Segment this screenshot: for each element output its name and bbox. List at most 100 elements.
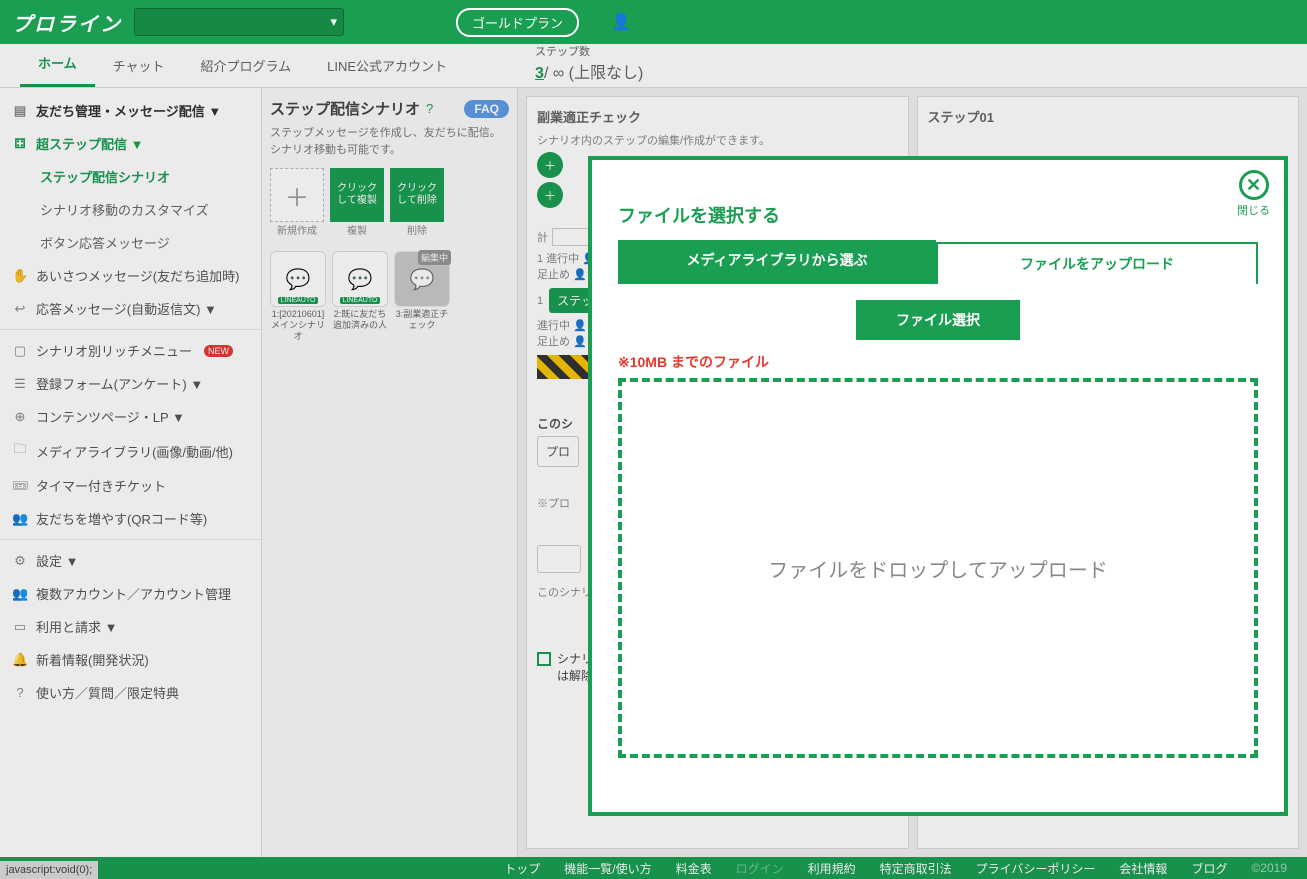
- new-scenario-button[interactable]: ＋: [270, 168, 324, 222]
- users-plus-icon: 👥: [12, 511, 28, 527]
- add-step-button-2[interactable]: ＋: [537, 182, 563, 208]
- ticket-icon: 🎟: [12, 478, 28, 494]
- scenario-card-3[interactable]: 💬編集中: [394, 251, 450, 307]
- sidebar-item-greeting[interactable]: ✋あいさつメッセージ(友だち追加時): [0, 259, 261, 292]
- sidebar-item-button-response[interactable]: ボタン応答メッセージ: [0, 226, 261, 259]
- sidebar: ▤友だち管理・メッセージ配信 ▼ ⚃超ステップ配信 ▼ ステップ配信シナリオ シ…: [0, 88, 262, 857]
- file-select-modal: ✕ 閉じる ファイルを選択する メディアライブラリから選ぶ ファイルをアップロー…: [588, 156, 1288, 816]
- copy-scenario-button[interactable]: クリックして複製: [330, 168, 384, 222]
- scenario-detail-desc: シナリオ内のステップの編集/作成ができます。: [537, 132, 898, 148]
- tab-line-official[interactable]: LINE公式アカウント: [309, 44, 465, 87]
- checkbox-icon: [537, 652, 551, 666]
- new-scenario-label: 新規作成: [270, 222, 324, 237]
- step-count-limit: / ∞ (上限なし): [544, 65, 643, 82]
- question-icon: ?: [12, 685, 28, 700]
- sidebar-item-timer-ticket[interactable]: 🎟タイマー付きチケット: [0, 469, 261, 502]
- sidebar-separator: [0, 539, 261, 540]
- file-size-limit: ※10MB までのファイル: [618, 352, 1258, 372]
- hierarchy-icon: ⚃: [12, 136, 28, 152]
- footer-link-company[interactable]: 会社情報: [1119, 860, 1167, 877]
- topbar: プロライン ▾ ゴールドプラン 👤: [0, 0, 1307, 44]
- bell-icon: 🔔: [12, 652, 28, 668]
- sidebar-item-billing[interactable]: ▭利用と請求 ▼: [0, 610, 261, 643]
- faq-badge[interactable]: FAQ: [464, 100, 509, 118]
- delete-scenario-label: 削除: [390, 222, 444, 237]
- sidebar-item-friends[interactable]: ▤友だち管理・メッセージ配信 ▼: [0, 94, 261, 127]
- step-count: ステップ数 3/ ∞ (上限なし): [535, 43, 643, 87]
- help-icon[interactable]: ?: [426, 101, 433, 116]
- tab-referral[interactable]: 紹介プログラム: [183, 44, 310, 87]
- footer-link-privacy[interactable]: プライバシーポリシー: [976, 860, 1096, 877]
- scenario-card-2-label: 2:既に友だち追加済みの人: [332, 309, 388, 331]
- sidebar-item-accounts[interactable]: 👥複数アカウント／アカウント管理: [0, 577, 261, 610]
- sidebar-item-rich-menu[interactable]: ▢シナリオ別リッチメニューNEW: [0, 334, 261, 367]
- nav-tabs: ホーム チャット 紹介プログラム LINE公式アカウント ステップ数 3/ ∞ …: [0, 44, 1307, 88]
- drop-zone-text: ファイルをドロップしてアップロード: [768, 554, 1107, 583]
- scenario-detail-title: 副業適正チェック: [537, 107, 898, 126]
- empty-select[interactable]: [537, 545, 581, 573]
- list-icon: ☰: [12, 376, 28, 392]
- sidebar-item-forms[interactable]: ☰登録フォーム(アンケート) ▼: [0, 367, 261, 400]
- step-detail-title: ステップ01: [928, 107, 1289, 126]
- scenario-card-1-label: 1:[20210601]メインシナリオ: [270, 309, 326, 341]
- close-icon: ✕: [1239, 170, 1269, 200]
- add-step-button[interactable]: ＋: [537, 152, 563, 178]
- scenario-panel-subtitle: ステップメッセージを作成し、友だちに配信。シナリオ移動も可能です。: [270, 125, 509, 158]
- phone-icon: ▢: [12, 343, 28, 359]
- modal-title: ファイルを選択する: [618, 202, 1258, 228]
- close-label: 閉じる: [1237, 202, 1270, 218]
- step-count-label: ステップ数: [535, 43, 590, 59]
- sidebar-item-content-lp[interactable]: ⊕コンテンツページ・LP ▼: [0, 400, 261, 433]
- footer-link-blog[interactable]: ブログ: [1191, 860, 1227, 877]
- sidebar-item-help[interactable]: ?使い方／質問／限定特典: [0, 676, 261, 709]
- sidebar-item-settings[interactable]: ⚙設定 ▼: [0, 544, 261, 577]
- footer-link-terms[interactable]: 利用規約: [808, 860, 856, 877]
- sidebar-item-auto-reply[interactable]: ↩応答メッセージ(自動返信文) ▼: [0, 292, 261, 325]
- plan-badge[interactable]: ゴールドプラン: [456, 8, 579, 37]
- step-count-num[interactable]: 3: [535, 65, 544, 82]
- account-select[interactable]: ▾: [134, 8, 344, 36]
- user-icon[interactable]: 👤: [611, 12, 631, 32]
- sidebar-separator: [0, 329, 261, 330]
- user-icon: ▤: [12, 103, 28, 119]
- scenario-card-2[interactable]: 💬LINEAUTO: [332, 251, 388, 307]
- copy-scenario-label: 複製: [330, 222, 384, 237]
- sidebar-item-grow-friends[interactable]: 👥友だちを増やす(QRコード等): [0, 502, 261, 535]
- scenario-panel: ステップ配信シナリオ ? FAQ ステップメッセージを作成し、友だちに配信。シナ…: [262, 88, 518, 857]
- file-drop-zone[interactable]: ファイルをドロップしてアップロード: [618, 378, 1258, 758]
- modal-close-button[interactable]: ✕ 閉じる: [1237, 170, 1270, 218]
- footer-link-commerce[interactable]: 特定商取引法: [880, 860, 952, 877]
- sidebar-item-scenario-customize[interactable]: シナリオ移動のカスタマイズ: [0, 193, 261, 226]
- folder-icon: 🗀: [12, 440, 28, 462]
- scenario-card-1[interactable]: 💬LINEAUTO: [270, 251, 326, 307]
- tab-home[interactable]: ホーム: [20, 41, 95, 87]
- tab-media-library[interactable]: メディアライブラリから選ぶ: [618, 240, 936, 282]
- delete-scenario-button[interactable]: クリックして削除: [390, 168, 444, 222]
- sidebar-item-media-library[interactable]: 🗀メディアライブラリ(画像/動画/他): [0, 433, 261, 469]
- copyright: ©2019: [1251, 861, 1287, 875]
- footer-link-pricing[interactable]: 料金表: [676, 860, 712, 877]
- gear-icon: ⚙: [12, 553, 28, 569]
- new-badge: NEW: [204, 345, 233, 357]
- footer-link-features[interactable]: 機能一覧/使い方: [564, 860, 651, 877]
- footer-link-login[interactable]: ログイン: [736, 860, 784, 877]
- sidebar-item-news[interactable]: 🔔新着情報(開発状況): [0, 643, 261, 676]
- wave-icon: ✋: [12, 268, 28, 284]
- logo: プロライン: [12, 8, 122, 37]
- status-bar: javascript:void(0);: [0, 861, 98, 879]
- sidebar-item-step-scenario[interactable]: ステップ配信シナリオ: [0, 160, 261, 193]
- tab-file-upload[interactable]: ファイルをアップロード: [936, 242, 1258, 284]
- footer-link-top[interactable]: トップ: [504, 860, 540, 877]
- globe-icon: ⊕: [12, 409, 28, 425]
- modal-tabs: メディアライブラリから選ぶ ファイルをアップロード: [618, 240, 1258, 284]
- file-select-button[interactable]: ファイル選択: [856, 300, 1020, 340]
- card-icon: ▭: [12, 619, 28, 635]
- users-icon: 👥: [12, 586, 28, 602]
- reply-icon: ↩: [12, 301, 28, 317]
- scenario-card-3-label: 3:副業適正チェック: [394, 309, 450, 331]
- sidebar-item-super-step[interactable]: ⚃超ステップ配信 ▼: [0, 127, 261, 160]
- tab-chat[interactable]: チャット: [95, 44, 183, 87]
- scenario-panel-title: ステップ配信シナリオ: [270, 98, 420, 119]
- footer: トップ 機能一覧/使い方 料金表 ログイン 利用規約 特定商取引法 プライバシー…: [0, 857, 1307, 879]
- select-input[interactable]: プロ: [537, 436, 579, 467]
